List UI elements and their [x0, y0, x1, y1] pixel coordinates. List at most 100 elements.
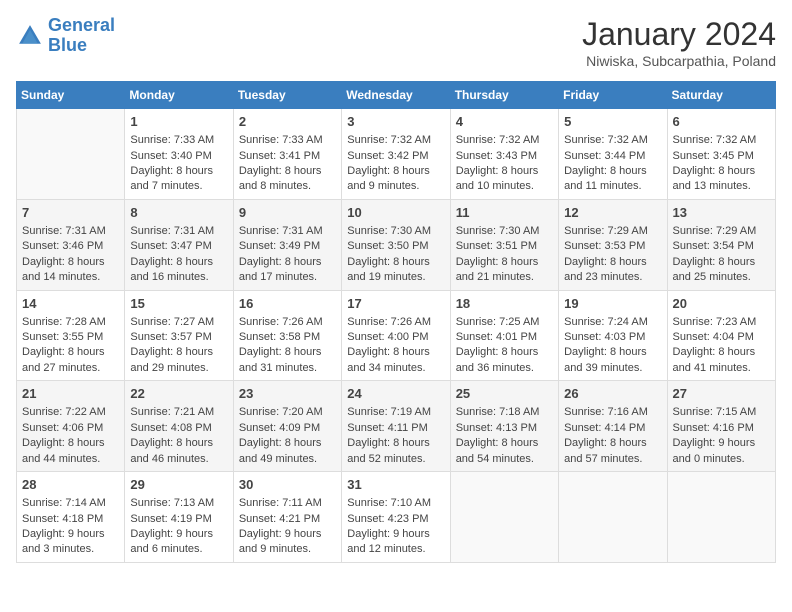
daylight-hours: Daylight: 8 hours and 19 minutes.	[347, 256, 430, 283]
sunset-time: Sunset: 4:23 PM	[347, 513, 428, 525]
daylight-hours: Daylight: 8 hours and 10 minutes.	[456, 165, 539, 192]
daylight-hours: Daylight: 8 hours and 7 minutes.	[130, 165, 213, 192]
day-number: 7	[22, 204, 119, 222]
daylight-hours: Daylight: 8 hours and 8 minutes.	[239, 165, 322, 192]
calendar-week-row: 21Sunrise: 7:22 AMSunset: 4:06 PMDayligh…	[17, 381, 776, 472]
sunrise-time: Sunrise: 7:23 AM	[673, 316, 757, 328]
day-number: 8	[130, 204, 227, 222]
sunset-time: Sunset: 3:41 PM	[239, 150, 320, 162]
day-number: 31	[347, 476, 444, 494]
calendar-week-row: 7Sunrise: 7:31 AMSunset: 3:46 PMDaylight…	[17, 199, 776, 290]
daylight-hours: Daylight: 8 hours and 36 minutes.	[456, 346, 539, 373]
calendar-cell: 16Sunrise: 7:26 AMSunset: 3:58 PMDayligh…	[233, 290, 341, 381]
sunset-time: Sunset: 3:54 PM	[673, 240, 754, 252]
calendar-cell: 7Sunrise: 7:31 AMSunset: 3:46 PMDaylight…	[17, 199, 125, 290]
header-thursday: Thursday	[450, 82, 558, 109]
day-number: 25	[456, 385, 553, 403]
sunrise-time: Sunrise: 7:13 AM	[130, 497, 214, 509]
calendar-cell: 8Sunrise: 7:31 AMSunset: 3:47 PMDaylight…	[125, 199, 233, 290]
sunset-time: Sunset: 3:43 PM	[456, 150, 537, 162]
day-number: 11	[456, 204, 553, 222]
sunrise-time: Sunrise: 7:25 AM	[456, 316, 540, 328]
day-number: 30	[239, 476, 336, 494]
day-number: 14	[22, 295, 119, 313]
daylight-hours: Daylight: 8 hours and 46 minutes.	[130, 437, 213, 464]
calendar-cell: 24Sunrise: 7:19 AMSunset: 4:11 PMDayligh…	[342, 381, 450, 472]
header-saturday: Saturday	[667, 82, 775, 109]
sunset-time: Sunset: 3:49 PM	[239, 240, 320, 252]
logo-text: General Blue	[48, 16, 115, 56]
logo-icon	[16, 22, 44, 50]
sunrise-time: Sunrise: 7:29 AM	[564, 225, 648, 237]
calendar-cell: 14Sunrise: 7:28 AMSunset: 3:55 PMDayligh…	[17, 290, 125, 381]
daylight-hours: Daylight: 8 hours and 9 minutes.	[347, 165, 430, 192]
day-number: 15	[130, 295, 227, 313]
sunset-time: Sunset: 3:53 PM	[564, 240, 645, 252]
month-title: January 2024	[582, 16, 776, 53]
daylight-hours: Daylight: 8 hours and 39 minutes.	[564, 346, 647, 373]
sunset-time: Sunset: 3:50 PM	[347, 240, 428, 252]
calendar-cell: 18Sunrise: 7:25 AMSunset: 4:01 PMDayligh…	[450, 290, 558, 381]
sunset-time: Sunset: 4:00 PM	[347, 331, 428, 343]
sunset-time: Sunset: 4:04 PM	[673, 331, 754, 343]
sunset-time: Sunset: 3:42 PM	[347, 150, 428, 162]
calendar-week-row: 14Sunrise: 7:28 AMSunset: 3:55 PMDayligh…	[17, 290, 776, 381]
day-number: 19	[564, 295, 661, 313]
calendar-cell: 3Sunrise: 7:32 AMSunset: 3:42 PMDaylight…	[342, 109, 450, 200]
sunrise-time: Sunrise: 7:32 AM	[456, 134, 540, 146]
daylight-hours: Daylight: 9 hours and 9 minutes.	[239, 528, 322, 555]
sunset-time: Sunset: 4:16 PM	[673, 422, 754, 434]
daylight-hours: Daylight: 8 hours and 52 minutes.	[347, 437, 430, 464]
sunrise-time: Sunrise: 7:26 AM	[239, 316, 323, 328]
sunrise-time: Sunrise: 7:11 AM	[239, 497, 322, 509]
calendar-cell: 1 Sunrise: 7:33 AM Sunset: 3:40 PM Daylight…	[125, 109, 233, 200]
calendar-table: SundayMondayTuesdayWednesdayThursdayFrid…	[16, 81, 776, 563]
day-number: 12	[564, 204, 661, 222]
sunset-time: Sunset: 3:40 PM	[130, 150, 211, 162]
calendar-cell: 21Sunrise: 7:22 AMSunset: 4:06 PMDayligh…	[17, 381, 125, 472]
daylight-hours: Daylight: 8 hours and 11 minutes.	[564, 165, 647, 192]
sunrise-time: Sunrise: 7:33 AM	[130, 134, 214, 146]
calendar-cell	[667, 472, 775, 563]
sunrise-time: Sunrise: 7:27 AM	[130, 316, 214, 328]
sunset-time: Sunset: 3:55 PM	[22, 331, 103, 343]
sunrise-time: Sunrise: 7:15 AM	[673, 406, 757, 418]
calendar-cell	[450, 472, 558, 563]
day-number: 3	[347, 113, 444, 131]
sunrise-time: Sunrise: 7:31 AM	[22, 225, 106, 237]
day-number: 13	[673, 204, 770, 222]
day-number: 27	[673, 385, 770, 403]
daylight-hours: Daylight: 8 hours and 57 minutes.	[564, 437, 647, 464]
day-number: 21	[22, 385, 119, 403]
header-monday: Monday	[125, 82, 233, 109]
day-number: 6	[673, 113, 770, 131]
calendar-cell: 23Sunrise: 7:20 AMSunset: 4:09 PMDayligh…	[233, 381, 341, 472]
sunset-time: Sunset: 4:03 PM	[564, 331, 645, 343]
sunset-time: Sunset: 3:51 PM	[456, 240, 537, 252]
calendar-cell: 2Sunrise: 7:33 AMSunset: 3:41 PMDaylight…	[233, 109, 341, 200]
calendar-cell: 10Sunrise: 7:30 AMSunset: 3:50 PMDayligh…	[342, 199, 450, 290]
sunrise-time: Sunrise: 7:21 AM	[130, 406, 214, 418]
day-number: 9	[239, 204, 336, 222]
calendar-header-row: SundayMondayTuesdayWednesdayThursdayFrid…	[17, 82, 776, 109]
sunrise-time: Sunrise: 7:19 AM	[347, 406, 431, 418]
day-number: 20	[673, 295, 770, 313]
daylight-hours: Daylight: 8 hours and 31 minutes.	[239, 346, 322, 373]
sunset-time: Sunset: 4:18 PM	[22, 513, 103, 525]
sunset-time: Sunset: 3:45 PM	[673, 150, 754, 162]
day-number: 1	[130, 113, 227, 131]
sunset-time: Sunset: 4:11 PM	[347, 422, 428, 434]
sunrise-time: Sunrise: 7:16 AM	[564, 406, 648, 418]
sunrise-time: Sunrise: 7:18 AM	[456, 406, 540, 418]
sunset-time: Sunset: 4:09 PM	[239, 422, 320, 434]
daylight-hours: Daylight: 8 hours and 25 minutes.	[673, 256, 756, 283]
daylight-hours: Daylight: 8 hours and 23 minutes.	[564, 256, 647, 283]
calendar-cell: 15Sunrise: 7:27 AMSunset: 3:57 PMDayligh…	[125, 290, 233, 381]
calendar-cell: 4Sunrise: 7:32 AMSunset: 3:43 PMDaylight…	[450, 109, 558, 200]
calendar-cell: 28Sunrise: 7:14 AMSunset: 4:18 PMDayligh…	[17, 472, 125, 563]
sunset-time: Sunset: 3:47 PM	[130, 240, 211, 252]
sunrise-time: Sunrise: 7:10 AM	[347, 497, 431, 509]
sunset-time: Sunset: 3:44 PM	[564, 150, 645, 162]
calendar-cell: 12 Sunrise: 7:29 AM Sunset: 3:53 PM Dayligh…	[559, 199, 667, 290]
sunset-time: Sunset: 4:13 PM	[456, 422, 537, 434]
